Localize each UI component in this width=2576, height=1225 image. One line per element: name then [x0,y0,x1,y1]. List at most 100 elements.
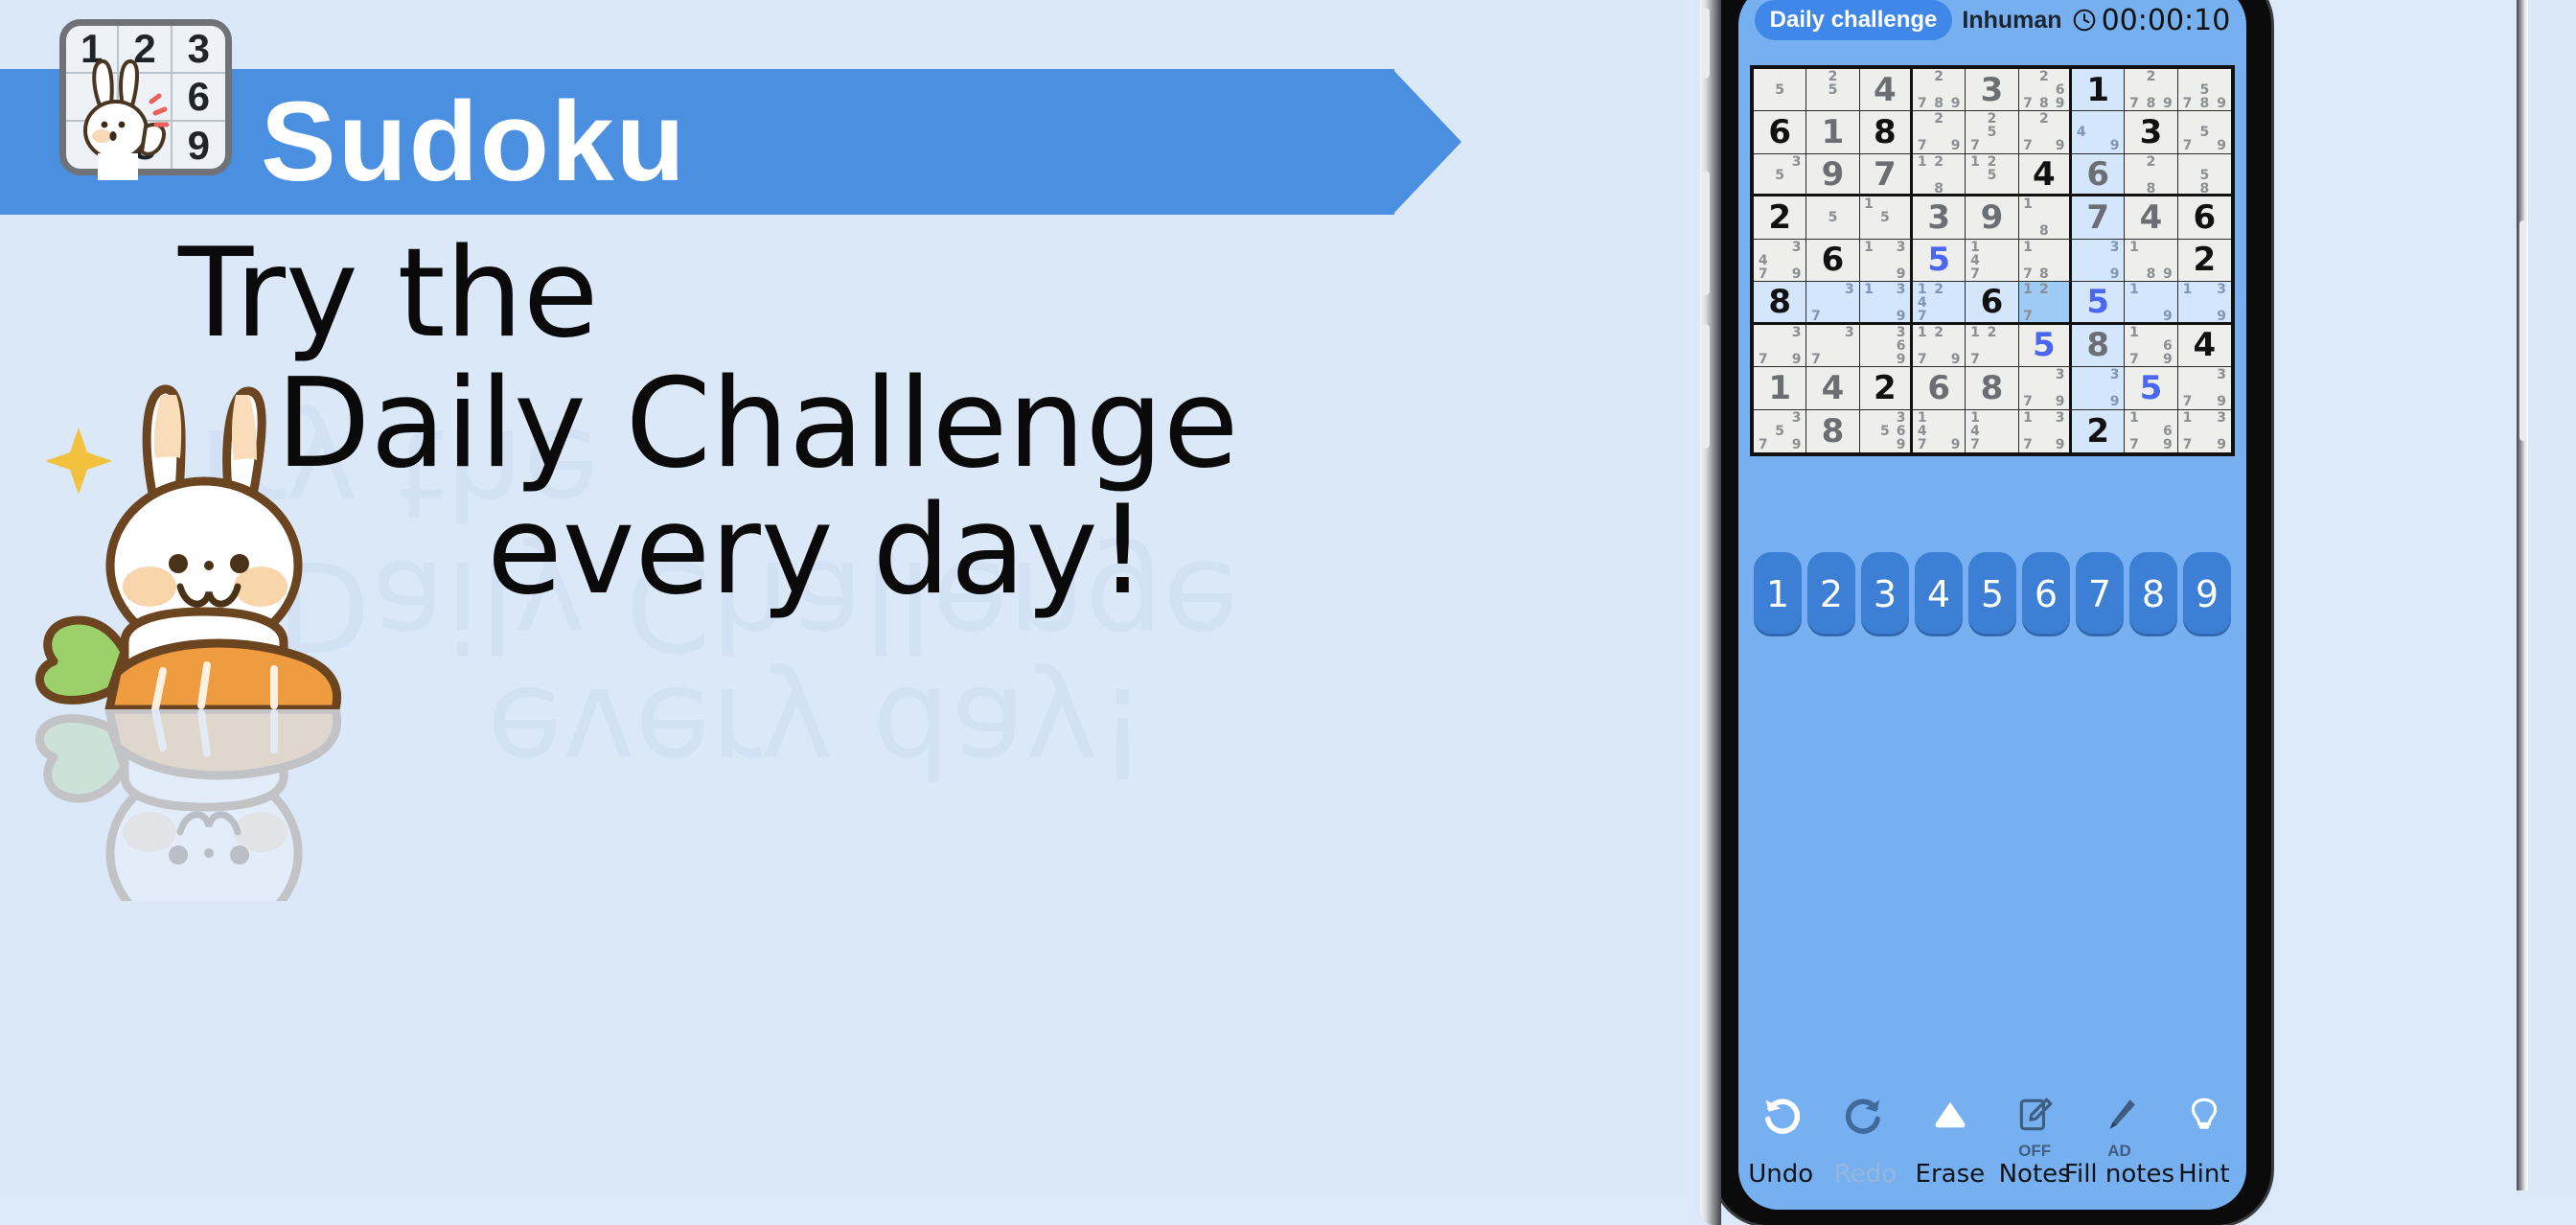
sudoku-cell[interactable]: 6 [2177,196,2231,240]
sudoku-cell[interactable]: 000050000 [1754,69,1807,112]
sudoku-cell[interactable]: 2 [1859,367,1913,410]
number-pad[interactable]: 123456789 [1748,550,2237,638]
sudoku-cell[interactable]: 8 [1754,282,1807,325]
sudoku-cell[interactable]: 120050000 [1966,153,2019,197]
sudoku-cell[interactable]: 2 [1754,196,1807,240]
numpad-key-1[interactable]: 1 [1754,552,1802,636]
sudoku-cell[interactable]: 003000009 [2071,367,2126,410]
sudoku-cell[interactable]: 120000080 [1912,153,1966,197]
sudoku-cell[interactable]: 8 [1806,409,1860,452]
sudoku-cell[interactable]: 000050709 [2177,111,2231,154]
numpad-key-4[interactable]: 4 [1915,552,1963,636]
numpad-key-7[interactable]: 7 [2076,552,2124,636]
sudoku-board[interactable]: 0000500000200500004020000789302000678910… [1750,65,2235,456]
toolbar-fill-notes-button[interactable]: AD Fill notes [2064,1089,2174,1187]
sudoku-cell[interactable]: 020000789 [1912,69,1966,112]
sudoku-cell[interactable]: 3 [1912,196,1966,240]
toolbar-undo-button[interactable]: Undo [1741,1089,1820,1187]
sudoku-cell[interactable]: 3 [1966,69,2019,112]
sudoku-cell[interactable]: 120400700 [1912,282,1966,325]
numpad-key-8[interactable]: 8 [2129,552,2177,636]
daily-challenge-badge[interactable]: Daily challenge [1754,0,1953,40]
game-toolbar[interactable]: Undo Redo Erase OFF Notes AD Fill notes Hint [1738,1077,2246,1210]
sudoku-cell[interactable]: 2 [2177,239,2231,283]
numpad-key-5[interactable]: 5 [1968,552,2016,636]
sudoku-cell[interactable]: 4 [2125,196,2178,240]
sudoku-cell[interactable]: 103000709 [2018,409,2072,452]
sudoku-cell[interactable]: 9 [1806,153,1860,197]
sudoku-cell[interactable]: 7 [1859,153,1913,197]
sudoku-cell[interactable]: 003000709 [2018,367,2072,410]
sudoku-cell[interactable]: 3 [2125,111,2178,154]
sudoku-cell[interactable]: 120000709 [1912,324,1966,368]
sudoku-cell[interactable]: 4 [1806,367,1860,410]
sudoku-cell[interactable]: 6 [1754,111,1807,154]
sudoku-cell[interactable]: 003000709 [1754,324,1807,368]
sudoku-cell[interactable]: 8 [1966,367,2019,410]
sudoku-cell[interactable]: 000050789 [2177,69,2231,112]
numpad-key-6[interactable]: 6 [2022,552,2070,636]
sudoku-cell[interactable]: 2 [2071,409,2126,452]
numpad-key-3[interactable]: 3 [1861,552,1909,636]
sudoku-cell[interactable]: 5 [2125,367,2178,410]
sudoku-cell[interactable]: 003000700 [1806,282,1860,325]
sudoku-cell[interactable]: 020050700 [1966,111,2019,154]
sudoku-cell[interactable]: 003400709 [1754,239,1807,283]
phone-volume-down-button[interactable] [1702,324,1711,449]
sudoku-cell[interactable]: 103000709 [2177,409,2231,452]
toolbar-hint-button[interactable]: Hint [2165,1089,2243,1187]
toolbar-notes-button[interactable]: OFF Notes [1995,1089,2074,1187]
sudoku-cell[interactable]: 5 [2018,324,2072,368]
sudoku-cell[interactable]: 103000009 [1859,282,1913,325]
sudoku-cell[interactable]: 003056009 [1859,409,1913,452]
numpad-key-9[interactable]: 9 [2183,552,2231,636]
toolbar-erase-button[interactable]: Erase [1911,1089,1990,1187]
sudoku-cell[interactable]: 100000089 [2125,239,2178,283]
sudoku-cell[interactable]: 1 [2071,69,2126,112]
sudoku-cell[interactable]: 7 [2071,196,2126,240]
sudoku-cell[interactable]: 020000709 [1912,111,1966,154]
sudoku-cell[interactable]: 6 [2071,153,2126,197]
sudoku-cell[interactable]: 6 [1966,282,2019,325]
sudoku-cell[interactable]: 6 [1912,367,1966,410]
sudoku-cell[interactable]: 100400700 [1966,409,2019,452]
sudoku-cell[interactable]: 100000009 [2125,282,2178,325]
sudoku-cell[interactable]: 120000700 [1966,324,2019,368]
sudoku-cell[interactable]: 8 [2071,324,2126,368]
sudoku-cell[interactable]: 020000709 [2018,111,2072,154]
sudoku-cell[interactable]: 5 [2071,282,2126,325]
sudoku-cell[interactable]: 1 [1754,367,1807,410]
numpad-key-2[interactable]: 2 [1807,552,1855,636]
sudoku-cell[interactable]: 003050000 [1754,153,1807,197]
sudoku-cell[interactable]: 103000009 [1859,239,1913,283]
sudoku-cell[interactable]: 000050000 [1806,196,1860,240]
sudoku-cell[interactable]: 020000080 [2125,153,2178,197]
sudoku-cell[interactable]: 4 [1859,69,1913,112]
sudoku-cell[interactable]: 000050080 [2177,153,2231,197]
sudoku-cell[interactable]: 100400700 [1966,239,2019,283]
sudoku-cell[interactable]: 8 [1859,111,1913,154]
sudoku-cell[interactable]: 020000789 [2125,69,2178,112]
toolbar-redo-button[interactable]: Redo [1826,1089,1904,1187]
sudoku-cell[interactable]: 003000009 [2071,239,2126,283]
sudoku-cell[interactable]: 6 [1806,239,1860,283]
timer-group[interactable]: 00:00:10 [2072,4,2230,37]
sudoku-cell[interactable]: 9 [1966,196,2019,240]
sudoku-cell[interactable]: 003006009 [1859,324,1913,368]
sudoku-cell[interactable]: 103000009 [2177,282,2231,325]
phone-power-button[interactable] [2519,220,2526,441]
sudoku-cell[interactable]: 003000709 [2177,367,2231,410]
sudoku-cell[interactable]: 1 [1806,111,1860,154]
phone-mute-switch[interactable] [1702,8,1711,79]
sudoku-cell[interactable]: 100006709 [2125,409,2178,452]
sudoku-cell[interactable]: 100000780 [2018,239,2072,283]
sudoku-cell[interactable]: 100400709 [1912,409,1966,452]
sudoku-cell[interactable]: 4 [2177,324,2231,368]
sudoku-cell[interactable]: 000400009 [2071,111,2126,154]
sudoku-cell[interactable]: 020050000 [1806,69,1860,112]
sudoku-cell[interactable]: 100050000 [1859,196,1913,240]
sudoku-cell[interactable]: 100006709 [2125,324,2178,368]
sudoku-cell[interactable]: 020006789 [2018,69,2072,112]
sudoku-cell[interactable]: 4 [2018,153,2072,197]
phone-volume-up-button[interactable] [1702,171,1711,295]
